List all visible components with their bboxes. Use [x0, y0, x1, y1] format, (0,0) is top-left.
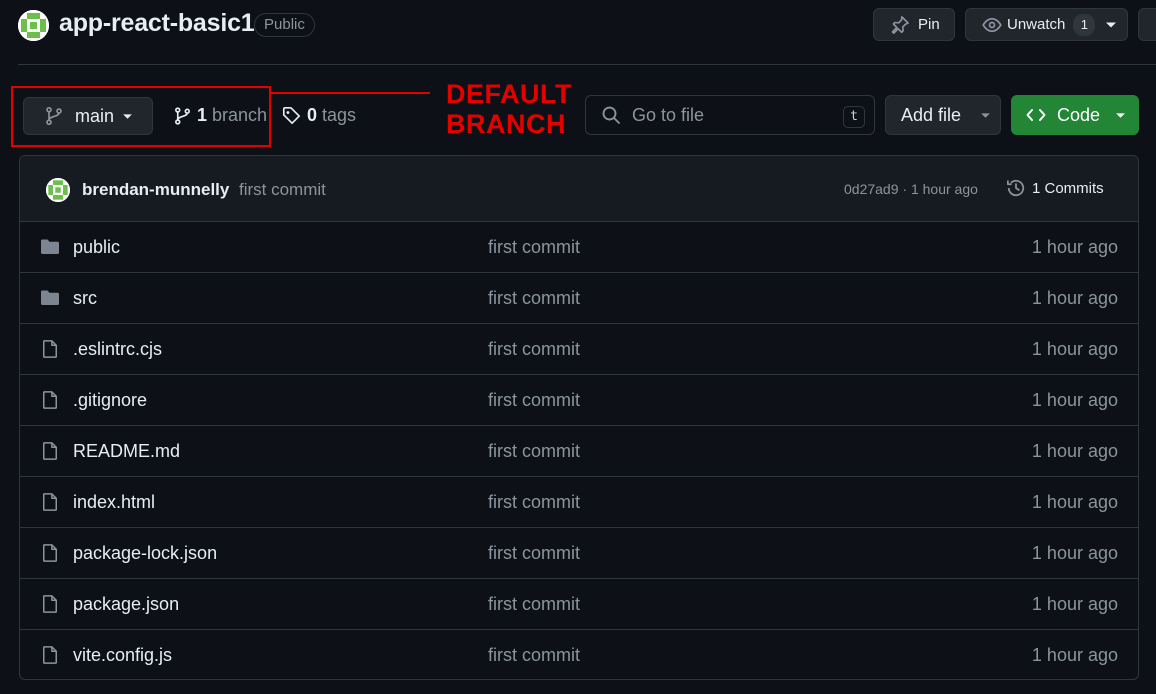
- file-commit-age: 1 hour ago: [1031, 441, 1118, 461]
- watch-count: 1: [1073, 13, 1096, 36]
- commit-hash-time[interactable]: 0d27ad9 · 1 hour ago: [844, 181, 978, 197]
- file-icon: [40, 594, 60, 614]
- repo-owner-avatar[interactable]: [18, 10, 49, 41]
- file-commit-message[interactable]: first commit: [488, 339, 580, 360]
- file-row[interactable]: public first commit 1 hour ago: [20, 222, 1138, 273]
- latest-commit-bar: brendan-munnelly first commit 0d27ad9 · …: [20, 156, 1138, 222]
- search-icon: [601, 105, 621, 125]
- keyboard-shortcut-hint: t: [843, 106, 865, 128]
- commit-message[interactable]: first commit: [239, 180, 326, 200]
- file-icon: [40, 645, 60, 665]
- file-name-link[interactable]: package-lock.json: [73, 543, 217, 564]
- folder-icon: [40, 289, 60, 307]
- visibility-badge: Public: [254, 13, 315, 37]
- pin-label: Pin: [918, 16, 940, 33]
- chevron-down-icon: [980, 112, 991, 119]
- file-name-link[interactable]: package.json: [73, 594, 179, 615]
- pin-icon: [890, 15, 910, 35]
- file-commit-message[interactable]: first commit: [488, 390, 580, 411]
- file-commit-age: 1 hour ago: [1031, 237, 1118, 257]
- tags-link[interactable]: 0 tags: [282, 105, 356, 126]
- file-icon: [40, 339, 60, 359]
- file-row[interactable]: vite.config.js first commit 1 hour ago: [20, 630, 1138, 679]
- go-to-file-search[interactable]: Go to file t: [585, 95, 875, 135]
- more-actions-button[interactable]: [1138, 8, 1156, 41]
- chevron-down-icon: [1105, 21, 1117, 29]
- file-icon: [40, 441, 60, 461]
- file-name-link[interactable]: public: [73, 237, 120, 258]
- tag-word: tags: [322, 105, 357, 125]
- file-commit-message[interactable]: first commit: [488, 645, 580, 666]
- unwatch-label: Unwatch: [1007, 16, 1066, 33]
- file-name-link[interactable]: README.md: [73, 441, 180, 462]
- folder-icon: [40, 238, 60, 256]
- code-icon: [1026, 107, 1046, 123]
- unwatch-button[interactable]: Unwatch 1: [965, 8, 1128, 41]
- code-label: Code: [1057, 104, 1101, 125]
- file-commit-message[interactable]: first commit: [488, 492, 580, 513]
- file-row[interactable]: src first commit 1 hour ago: [20, 273, 1138, 324]
- annotation-highlight-box: [11, 86, 271, 147]
- file-commit-age: 1 hour ago: [1031, 390, 1118, 410]
- file-name-link[interactable]: src: [73, 288, 97, 309]
- file-row[interactable]: package-lock.json first commit 1 hour ago: [20, 528, 1138, 579]
- annotation-line-2: BRANCH: [446, 109, 566, 139]
- annotation-callout-text: DEFAULT BRANCH: [446, 79, 572, 139]
- file-commit-message[interactable]: first commit: [488, 441, 580, 462]
- history-icon: [1006, 178, 1026, 198]
- file-commit-message[interactable]: first commit: [488, 543, 580, 564]
- file-commit-age: 1 hour ago: [1031, 594, 1118, 614]
- file-commit-message[interactable]: first commit: [488, 288, 580, 309]
- commits-count-label: 1 Commits: [1032, 179, 1104, 197]
- file-icon: [40, 543, 60, 563]
- annotation-callout-line: [271, 92, 430, 94]
- commit-author[interactable]: brendan-munnelly: [82, 180, 229, 200]
- annotation-line-1: DEFAULT: [446, 79, 572, 109]
- commits-history-link[interactable]: 1 Commits: [1006, 178, 1104, 198]
- file-row[interactable]: index.html first commit 1 hour ago: [20, 477, 1138, 528]
- file-icon: [40, 492, 60, 512]
- tag-count: 0: [307, 105, 318, 125]
- file-name-link[interactable]: vite.config.js: [73, 645, 172, 666]
- file-commit-age: 1 hour ago: [1031, 339, 1118, 359]
- chevron-down-icon: [1115, 112, 1126, 119]
- file-name-link[interactable]: .gitignore: [73, 390, 147, 411]
- author-avatar[interactable]: [46, 178, 70, 202]
- repo-name[interactable]: app-react-basic1: [59, 9, 255, 38]
- pin-button[interactable]: Pin: [873, 8, 955, 41]
- search-placeholder: Go to file: [632, 104, 705, 125]
- code-button[interactable]: Code: [1011, 95, 1139, 135]
- file-name-link[interactable]: .eslintrc.cjs: [73, 339, 162, 360]
- file-commit-message[interactable]: first commit: [488, 237, 580, 258]
- file-commit-age: 1 hour ago: [1031, 492, 1118, 512]
- file-icon: [40, 390, 60, 410]
- add-file-button[interactable]: Add file: [885, 95, 1001, 135]
- file-commit-message[interactable]: first commit: [488, 594, 580, 615]
- header-divider: [18, 64, 1156, 65]
- file-list: brendan-munnelly first commit 0d27ad9 · …: [19, 155, 1139, 680]
- tag-icon: [282, 106, 301, 125]
- add-file-label: Add file: [901, 104, 962, 125]
- file-row[interactable]: README.md first commit 1 hour ago: [20, 426, 1138, 477]
- eye-icon: [982, 15, 1002, 35]
- file-commit-age: 1 hour ago: [1031, 543, 1118, 563]
- file-row[interactable]: package.json first commit 1 hour ago: [20, 579, 1138, 630]
- file-name-link[interactable]: index.html: [73, 492, 155, 513]
- file-row[interactable]: .gitignore first commit 1 hour ago: [20, 375, 1138, 426]
- file-commit-age: 1 hour ago: [1031, 288, 1118, 308]
- file-commit-age: 1 hour ago: [1031, 645, 1118, 665]
- file-row[interactable]: .eslintrc.cjs first commit 1 hour ago: [20, 324, 1138, 375]
